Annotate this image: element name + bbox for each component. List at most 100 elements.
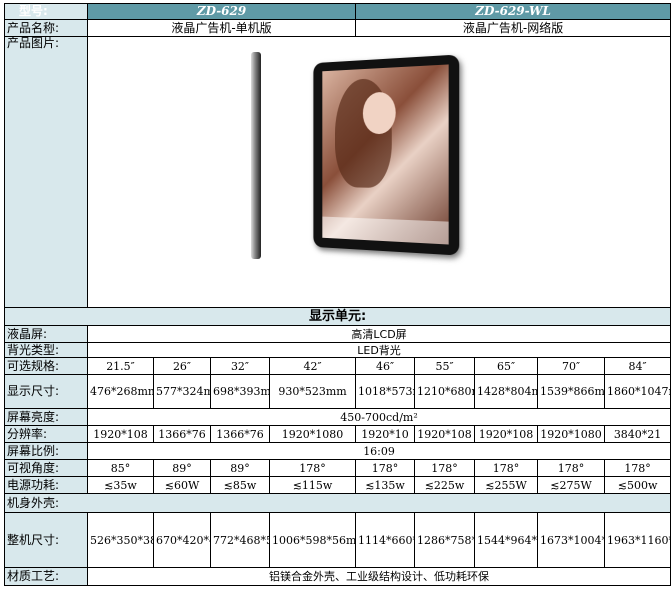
- product-image-cell: [86, 36, 672, 308]
- resolution-cell: 1920*108: [87, 425, 154, 443]
- angle-cell: 89°: [210, 459, 270, 477]
- resolution-cell: 1920*10: [355, 425, 416, 443]
- backlight-value: LED背光: [86, 342, 672, 358]
- angle-label: 可视角度:: [4, 459, 88, 477]
- overall-cell: 526*350*38mm: [87, 512, 154, 568]
- power-row: 电源功耗: ≲35w ≲60W ≲85w ≲115w ≲135w ≲225w ≲…: [4, 476, 672, 494]
- angle-cell: 178°: [604, 459, 672, 477]
- size-cell: 21.5″: [87, 357, 154, 375]
- brightness-label: 屏幕亮度:: [4, 408, 88, 426]
- size-cell: 65″: [474, 357, 539, 375]
- backlight-label: 背光类型:: [4, 342, 88, 358]
- display-size-cell: 1860*1047mm: [604, 374, 672, 409]
- overall-label: 整机尺寸:: [4, 512, 88, 568]
- product-image-label: 产品图片:: [4, 36, 88, 308]
- screen-front-photo: [313, 54, 460, 256]
- size-cell: 55″: [414, 357, 476, 375]
- product-name-row: 产品名称: 液晶广告机-单机版 液晶广告机-网络版: [4, 19, 672, 37]
- size-cell: 32″: [210, 357, 270, 375]
- display-size-cell: 1210*680mm: [414, 374, 476, 409]
- resolution-cell: 1920*1080: [268, 425, 357, 443]
- angle-cell: 178°: [268, 459, 357, 477]
- angle-cell: 85°: [87, 459, 154, 477]
- brightness-row: 屏幕亮度: 450-700cd/m²: [4, 408, 672, 426]
- lcd-row: 液晶屏: 高清LCD屏: [4, 325, 672, 343]
- product-name-b: 液晶广告机-网络版: [355, 19, 672, 37]
- angle-cell: 178°: [355, 459, 416, 477]
- body-section-row: 机身外壳:: [3, 493, 672, 513]
- size-cell: 70″: [537, 357, 606, 375]
- material-row: 材质工艺: 铝镁合金外壳、工业级结构设计、低功耗环保: [4, 567, 672, 586]
- size-cell: 26″: [153, 357, 211, 375]
- resolution-cell: 1920*108: [414, 425, 476, 443]
- resolution-cell: 1920*1080: [537, 425, 606, 443]
- spec-table: 型号: ZD-629 ZD-629-WL 产品名称: 液晶广告机-单机版 液晶广…: [3, 3, 672, 586]
- material-label: 材质工艺:: [4, 567, 88, 586]
- display-size-row: 显示尺寸: 476*268mm 577*324mm 698*393mm 930*…: [4, 374, 672, 409]
- display-size-cell: 1539*866mm: [537, 374, 606, 409]
- spec-sheet: 型号: ZD-629 ZD-629-WL 产品名称: 液晶广告机-单机版 液晶广…: [0, 0, 672, 594]
- power-cell: ≲35w: [87, 476, 154, 494]
- power-cell: ≲225w: [414, 476, 476, 494]
- size-cell: 42″: [268, 357, 357, 375]
- angle-cell: 178°: [414, 459, 476, 477]
- sizes-label: 可选规格:: [4, 357, 88, 375]
- ratio-row: 屏幕比例: 16:09: [4, 442, 672, 460]
- display-size-label: 显示尺寸:: [4, 374, 88, 409]
- product-image-row: 产品图片:: [4, 36, 672, 308]
- power-cell: ≲60W: [153, 476, 211, 494]
- power-cell: ≲135w: [355, 476, 416, 494]
- power-cell: ≲115w: [268, 476, 357, 494]
- power-cell: ≲255W: [474, 476, 539, 494]
- resolution-label: 分辨率:: [4, 425, 88, 443]
- resolution-cell: 1366*76: [210, 425, 270, 443]
- display-size-cell: 1428*804mm: [474, 374, 539, 409]
- angle-cell: 178°: [474, 459, 539, 477]
- display-size-cell: 930*523mm: [268, 374, 357, 409]
- header-row: 型号: ZD-629 ZD-629-WL: [4, 3, 672, 20]
- power-cell: ≲275W: [537, 476, 606, 494]
- size-cell: 84″: [604, 357, 672, 375]
- body-section-title: 机身外壳:: [3, 493, 672, 513]
- ratio-value: 16:09: [86, 442, 672, 460]
- overall-cell: 1544*964*56mm: [474, 512, 539, 568]
- display-size-cell: 476*268mm: [87, 374, 154, 409]
- display-size-cell: 577*324mm: [153, 374, 211, 409]
- display-section-title: 显示单元:: [3, 307, 672, 326]
- product-name-a: 液晶广告机-单机版: [86, 19, 357, 37]
- lcd-label: 液晶屏:: [4, 325, 88, 343]
- resolution-cell: 3840*21: [604, 425, 672, 443]
- material-value: 铝镁合金外壳、工业级结构设计、低功耗环保: [86, 567, 672, 586]
- resolution-row: 分辨率: 1920*108 1366*76 1366*76 1920*1080 …: [4, 425, 672, 443]
- overall-cell: 772*468*56mm: [210, 512, 270, 568]
- ratio-label: 屏幕比例:: [4, 442, 88, 460]
- overall-row: 整机尺寸: 526*350*38mm 670*420*49mm 772*468*…: [4, 512, 672, 568]
- angle-cell: 178°: [537, 459, 606, 477]
- resolution-cell: 1920*108: [474, 425, 539, 443]
- model-b: ZD-629-WL: [355, 3, 672, 20]
- power-label: 电源功耗:: [4, 476, 88, 494]
- overall-cell: 670*420*49mm: [153, 512, 211, 568]
- resolution-cell: 1366*76: [153, 425, 211, 443]
- overall-cell: 1963*1160*105mm: [604, 512, 672, 568]
- power-cell: ≲85w: [210, 476, 270, 494]
- sizes-row: 可选规格: 21.5″ 26″ 32″ 42″ 46″ 55″ 65″ 70″ …: [4, 357, 672, 375]
- overall-cell: 1006*598*56mm: [268, 512, 357, 568]
- model-a: ZD-629: [86, 3, 357, 20]
- overall-cell: 1673*1004*100mm: [537, 512, 606, 568]
- angle-row: 可视角度: 85° 89° 89° 178° 178° 178° 178° 17…: [4, 459, 672, 477]
- product-image: [90, 38, 668, 307]
- display-size-cell: 698*393mm: [210, 374, 270, 409]
- power-cell: ≲500w: [604, 476, 672, 494]
- lcd-value: 高清LCD屏: [86, 325, 672, 343]
- display-section-row: 显示单元:: [3, 307, 672, 326]
- overall-cell: 1114*660*56mm: [355, 512, 416, 568]
- display-size-cell: 1018*573mm: [355, 374, 416, 409]
- overall-cell: 1286*758*56mm: [414, 512, 476, 568]
- backlight-row: 背光类型: LED背光: [4, 342, 672, 358]
- product-name-label: 产品名称:: [4, 19, 88, 37]
- model-label: 型号:: [4, 3, 88, 20]
- brightness-value: 450-700cd/m²: [86, 408, 672, 426]
- size-cell: 46″: [355, 357, 416, 375]
- side-profile-photo: [251, 52, 261, 259]
